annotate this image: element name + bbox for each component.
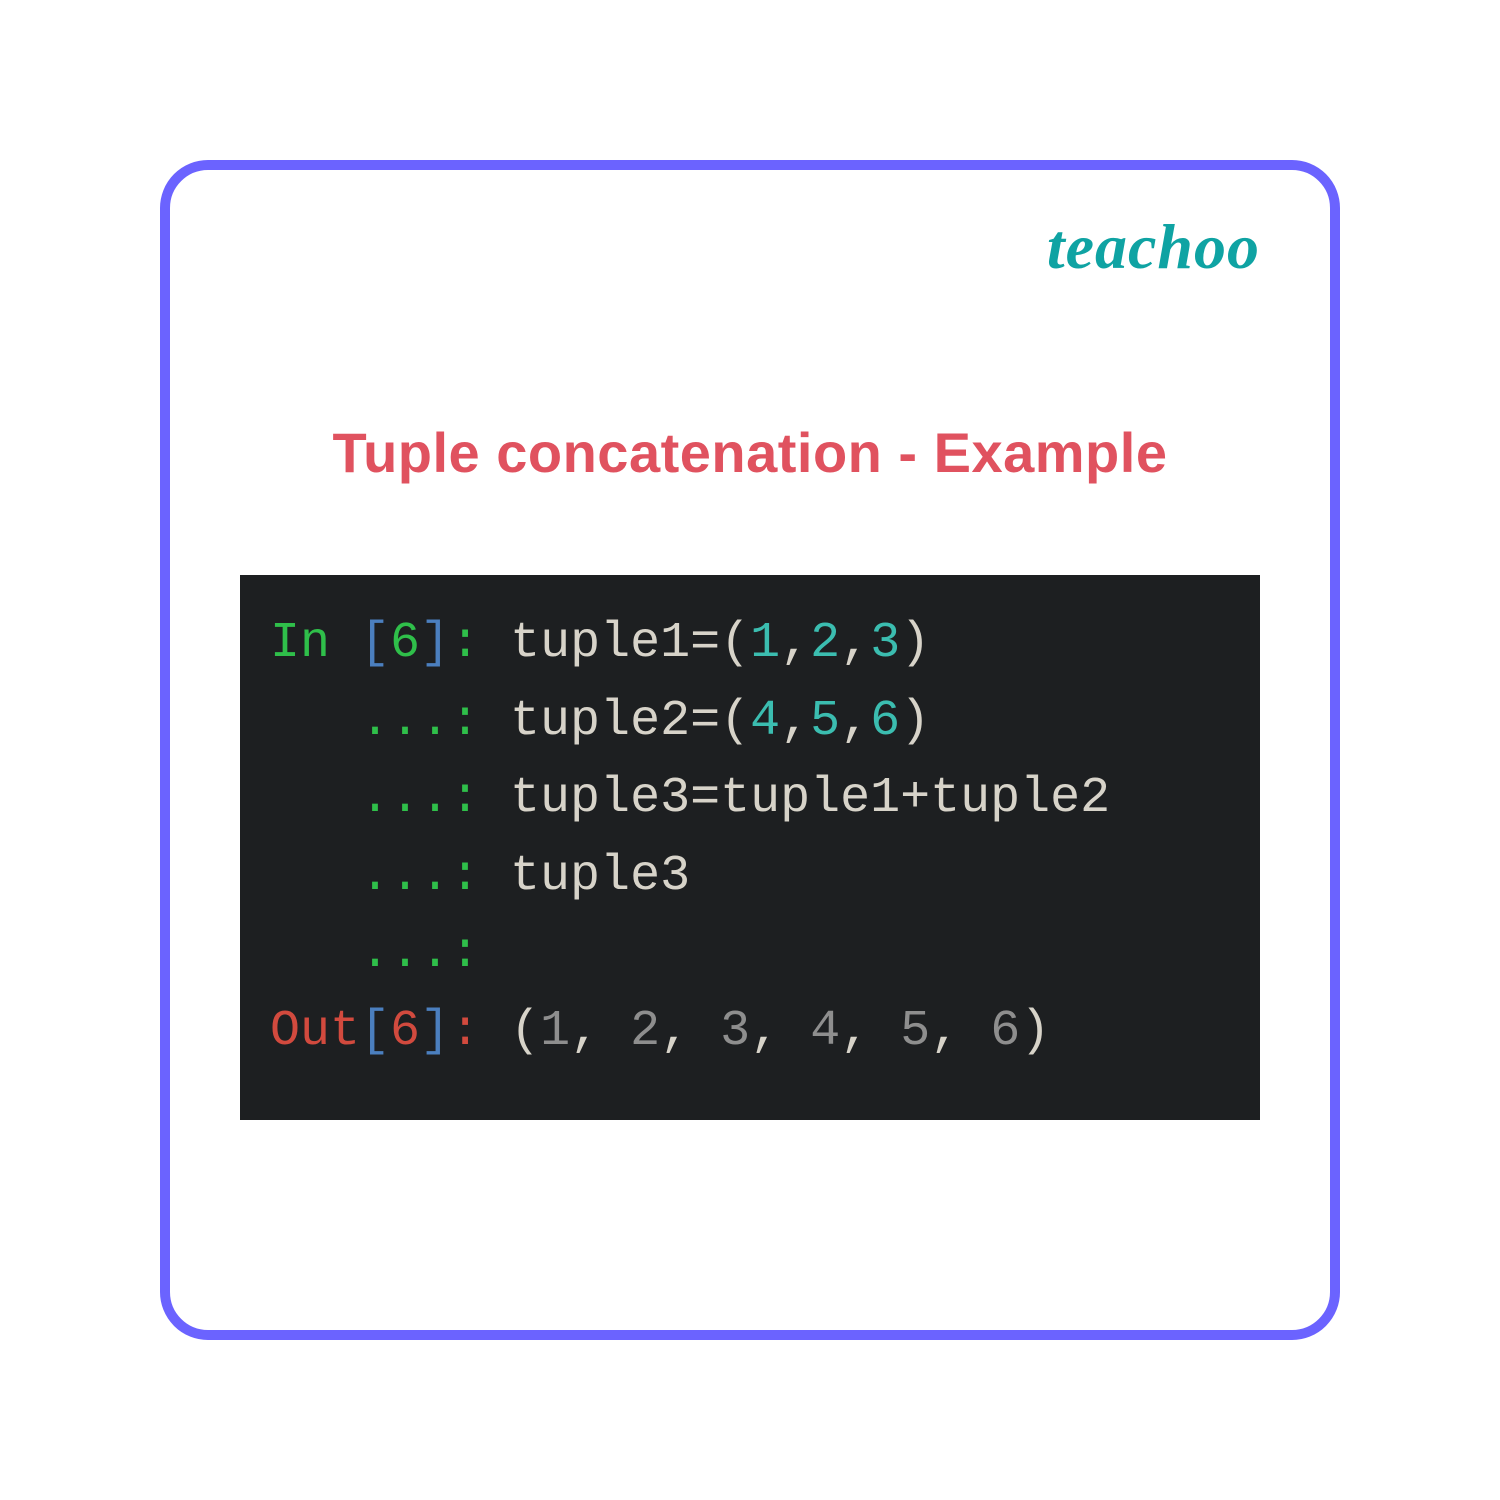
out-sep: , xyxy=(660,1003,720,1060)
code-text: ) xyxy=(900,615,930,672)
code-number: 4 xyxy=(750,693,780,750)
code-comma: , xyxy=(840,615,870,672)
prompt-colon: : xyxy=(450,693,510,750)
code-number: 3 xyxy=(870,615,900,672)
out-paren: ( xyxy=(510,1003,540,1060)
code-number: 1 xyxy=(750,615,780,672)
out-paren: ) xyxy=(1020,1003,1050,1060)
code-number: 5 xyxy=(810,693,840,750)
slide-title: Tuple concatenation - Example xyxy=(230,420,1270,485)
code-text: tuple1=( xyxy=(510,615,750,672)
code-comma: , xyxy=(780,693,810,750)
code-comma: , xyxy=(780,615,810,672)
cell-number: 6 xyxy=(390,1003,420,1060)
cont-dots: ... xyxy=(270,925,450,982)
out-number: 3 xyxy=(720,1003,750,1060)
cont-dots: ... xyxy=(270,693,450,750)
code-number: 6 xyxy=(870,693,900,750)
bracket-open: [ xyxy=(360,615,390,672)
code-comma: , xyxy=(840,693,870,750)
bracket-open: [ xyxy=(360,1003,390,1060)
out-sep: , xyxy=(840,1003,900,1060)
code-text: tuple3 xyxy=(510,848,690,905)
out-number: 4 xyxy=(810,1003,840,1060)
code-terminal: In [6]: tuple1=(1,2,3) ...: tuple2=(4,5,… xyxy=(240,575,1260,1120)
cont-dots: ... xyxy=(270,848,450,905)
cell-number: 6 xyxy=(390,615,420,672)
cont-dots: ... xyxy=(270,770,450,827)
out-number: 2 xyxy=(630,1003,660,1060)
code-text: tuple3=tuple1+tuple2 xyxy=(510,770,1110,827)
out-number: 6 xyxy=(990,1003,1020,1060)
prompt-colon: : xyxy=(450,925,510,982)
out-prompt: Out xyxy=(270,1003,360,1060)
bracket-close: ] xyxy=(420,1003,450,1060)
prompt-colon: : xyxy=(450,770,510,827)
brand-logo: teachoo xyxy=(1047,210,1260,284)
out-sep: , xyxy=(750,1003,810,1060)
out-sep: , xyxy=(570,1003,630,1060)
code-text: tuple2=( xyxy=(510,693,750,750)
out-number: 5 xyxy=(900,1003,930,1060)
prompt-colon: : xyxy=(450,848,510,905)
in-prompt: In xyxy=(270,615,360,672)
slide-card: teachoo Tuple concatenation - Example In… xyxy=(160,160,1340,1340)
code-number: 2 xyxy=(810,615,840,672)
code-text: ) xyxy=(900,693,930,750)
out-sep: , xyxy=(930,1003,990,1060)
out-number: 1 xyxy=(540,1003,570,1060)
prompt-colon: : xyxy=(450,615,510,672)
prompt-colon: : xyxy=(450,1003,510,1060)
bracket-close: ] xyxy=(420,615,450,672)
